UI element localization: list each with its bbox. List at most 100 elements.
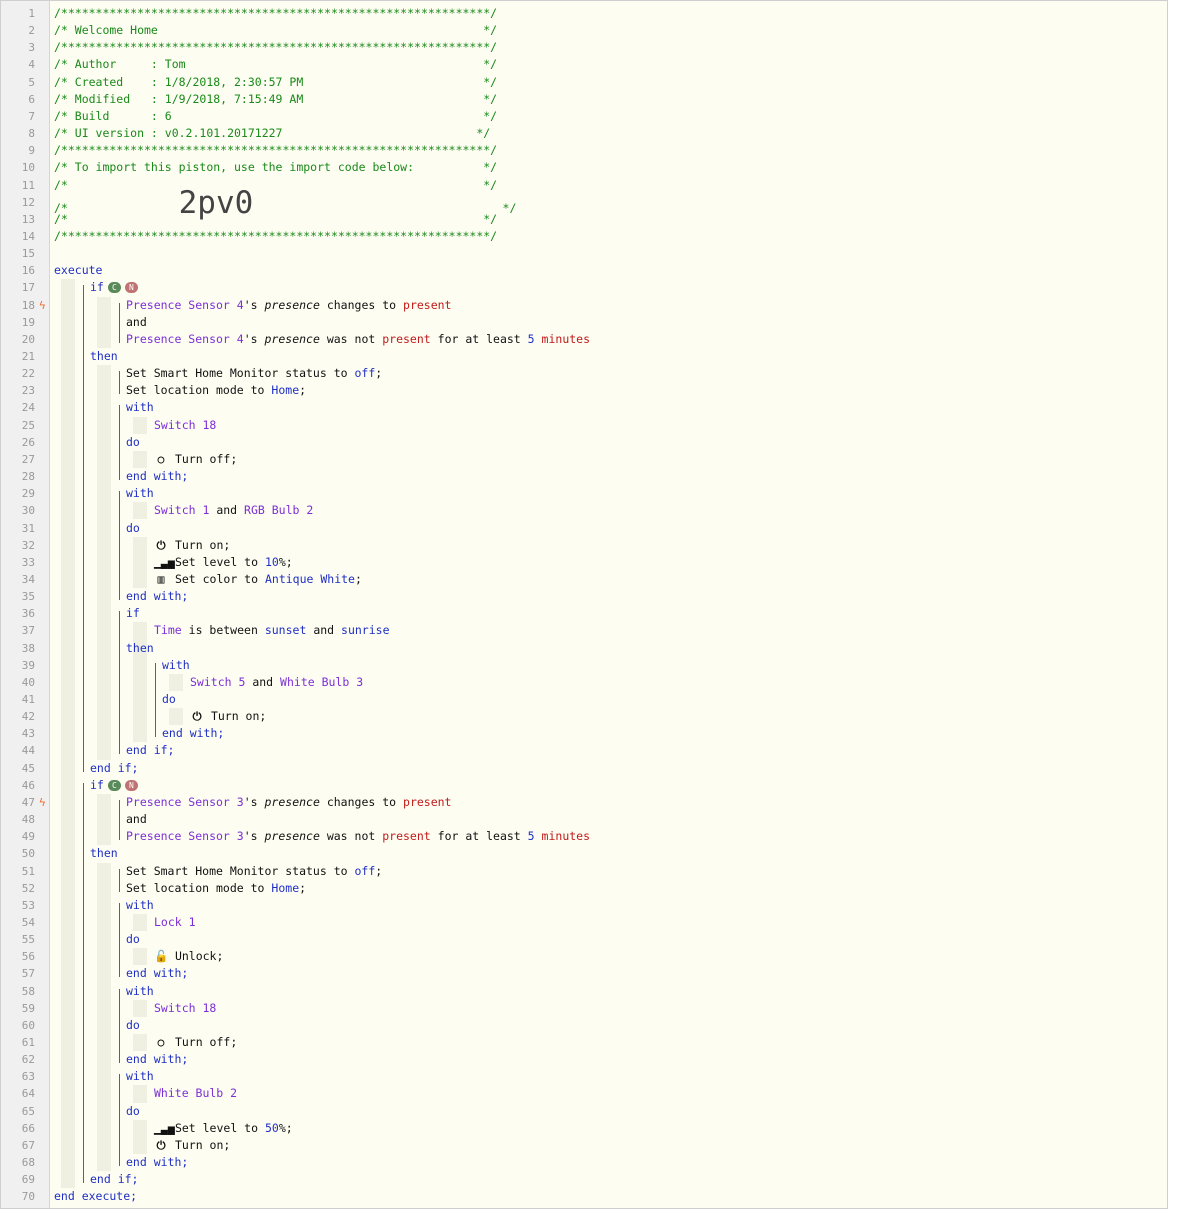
code-text: /***************************************… bbox=[54, 5, 497, 22]
then-keyword[interactable]: then bbox=[90, 349, 118, 363]
with-keyword[interactable]: with bbox=[126, 1069, 154, 1083]
line-number: 34 bbox=[21, 572, 35, 586]
line-number: 66 bbox=[21, 1121, 35, 1135]
with-keyword[interactable]: with bbox=[126, 400, 154, 414]
do-keyword[interactable]: do bbox=[162, 692, 176, 706]
do-keyword[interactable]: do bbox=[126, 1104, 140, 1118]
end-with-keyword[interactable]: end with; bbox=[126, 1052, 188, 1066]
code-text: execute bbox=[54, 262, 102, 279]
with-keyword[interactable]: with bbox=[126, 486, 154, 500]
code-text: with bbox=[126, 897, 154, 914]
line-number: 43 bbox=[21, 727, 35, 741]
code-line: 7 /* Build : 6 */ bbox=[1, 108, 1167, 125]
condition-badge-n[interactable]: N bbox=[124, 779, 138, 791]
end-with-keyword[interactable]: end with; bbox=[126, 469, 188, 483]
code-line: 38 then bbox=[1, 640, 1167, 657]
code-text: Presence Sensor 4's presence was not pre… bbox=[126, 331, 591, 346]
code-line: 64 White Bulb 2 bbox=[1, 1085, 1167, 1102]
code-line: 35 end with; bbox=[1, 588, 1167, 605]
level-icon: ▁▃▅ bbox=[154, 1120, 175, 1135]
do-keyword[interactable]: do bbox=[126, 1018, 140, 1032]
code-line: 54 Lock 1 bbox=[1, 914, 1167, 931]
code-line: 20 Presence Sensor 4's presence was not p… bbox=[1, 331, 1167, 348]
do-keyword[interactable]: do bbox=[126, 435, 140, 449]
device-lock-1[interactable]: Lock 1 bbox=[154, 915, 196, 929]
device-presence-sensor-3[interactable]: Presence Sensor 3 bbox=[126, 795, 244, 809]
if-keyword[interactable]: if bbox=[126, 606, 140, 620]
code-line: 14 /*************************************… bbox=[1, 228, 1167, 245]
if-keyword[interactable]: if bbox=[90, 778, 104, 792]
then-keyword[interactable]: then bbox=[126, 641, 154, 655]
line-number: 17 bbox=[21, 281, 35, 295]
with-keyword[interactable]: with bbox=[126, 984, 154, 998]
condition-badge-c[interactable]: C bbox=[107, 779, 121, 791]
header-border: /***************************************… bbox=[54, 143, 498, 158]
line-number: 62 bbox=[21, 1053, 35, 1067]
code-line: 43 end with; bbox=[1, 725, 1167, 742]
do-keyword[interactable]: do bbox=[126, 932, 140, 946]
code-text: /* Build : 6 */ bbox=[54, 108, 497, 125]
code-line: 44 end if; bbox=[1, 742, 1167, 759]
code-text: /* Author : Tom */ bbox=[54, 56, 497, 73]
code-text: /* */ bbox=[54, 177, 497, 194]
end-with-keyword[interactable]: end with; bbox=[126, 1155, 188, 1169]
code-text: do bbox=[126, 931, 140, 948]
condition-badge-n[interactable]: N bbox=[124, 282, 138, 294]
code-line: 33 ▁▃▅ Set level to 10%; bbox=[1, 554, 1167, 571]
header-ui-version: /* UI version : v0.2.101.20171227 */ bbox=[54, 126, 491, 141]
code-text: do bbox=[126, 520, 140, 537]
line-number: 8 bbox=[28, 127, 35, 141]
device-switch-18[interactable]: Switch 18 bbox=[154, 1001, 216, 1015]
end-if-keyword[interactable]: end if; bbox=[90, 1172, 138, 1186]
code-line: 10 /* To import this piston, use the impo… bbox=[1, 159, 1167, 176]
device-switch-18[interactable]: Switch 18 bbox=[154, 418, 216, 432]
then-keyword[interactable]: then bbox=[90, 846, 118, 860]
code-text: then bbox=[126, 640, 154, 657]
end-execute-keyword[interactable]: end execute; bbox=[54, 1189, 137, 1203]
device-white-bulb-3[interactable]: White Bulb 3 bbox=[280, 675, 363, 689]
code-text: Switch 18 bbox=[154, 1000, 216, 1017]
device-presence-sensor-4[interactable]: Presence Sensor 4 bbox=[126, 332, 244, 346]
condition-badge-c[interactable]: C bbox=[107, 282, 121, 294]
end-if-keyword[interactable]: end if; bbox=[126, 743, 174, 757]
code-text: ▥ Set color to Antique White; bbox=[154, 571, 362, 588]
code-line: 21 then bbox=[1, 348, 1167, 365]
code-line: 22 Set Smart Home Monitor status to off; bbox=[1, 365, 1167, 382]
end-if-keyword[interactable]: end if; bbox=[90, 761, 138, 775]
code-line: 1 /**************************************… bbox=[1, 5, 1167, 22]
device-white-bulb-2[interactable]: White Bulb 2 bbox=[154, 1086, 237, 1100]
device-switch-1[interactable]: Switch 1 bbox=[154, 503, 209, 517]
line-number: 53 bbox=[21, 898, 35, 912]
line-number: 25 bbox=[21, 418, 35, 432]
end-with-keyword[interactable]: end with; bbox=[126, 589, 188, 603]
device-presence-sensor-3[interactable]: Presence Sensor 3 bbox=[126, 829, 244, 843]
line-number: 51 bbox=[21, 864, 35, 878]
header-author: /* Author : Tom */ bbox=[54, 57, 498, 72]
end-with-keyword[interactable]: end with; bbox=[162, 726, 224, 740]
execute-keyword[interactable]: execute bbox=[54, 263, 102, 277]
and-operator[interactable]: and bbox=[126, 315, 147, 329]
line-number: 2 bbox=[28, 24, 35, 38]
code-text: end if; bbox=[90, 1171, 138, 1188]
code-text: ○ Turn off; bbox=[154, 451, 238, 468]
line-number: 16 bbox=[21, 264, 35, 278]
code-text: /* */ bbox=[54, 211, 497, 228]
time-operand[interactable]: Time bbox=[154, 623, 182, 637]
code-line: 70 end execute; bbox=[1, 1188, 1167, 1205]
end-with-keyword[interactable]: end with; bbox=[126, 966, 188, 980]
code-line: 52 Set location mode to Home; bbox=[1, 880, 1167, 897]
header-build: /* Build : 6 */ bbox=[54, 108, 498, 123]
line-number: 24 bbox=[21, 401, 35, 415]
do-keyword[interactable]: do bbox=[126, 521, 140, 535]
device-rgb-bulb-2[interactable]: RGB Bulb 2 bbox=[244, 503, 313, 517]
device-switch-5[interactable]: Switch 5 bbox=[190, 675, 245, 689]
header-import-note: /* To import this piston, use the import… bbox=[54, 160, 498, 175]
if-keyword[interactable]: if bbox=[90, 280, 104, 294]
with-keyword[interactable]: with bbox=[126, 898, 154, 912]
and-operator[interactable]: and bbox=[126, 812, 147, 826]
line-number: 52 bbox=[21, 881, 35, 895]
device-presence-sensor-4[interactable]: Presence Sensor 4 bbox=[126, 298, 244, 312]
line-number: 42 bbox=[21, 710, 35, 724]
code-line: 29 with bbox=[1, 485, 1167, 502]
with-keyword[interactable]: with bbox=[162, 658, 190, 672]
